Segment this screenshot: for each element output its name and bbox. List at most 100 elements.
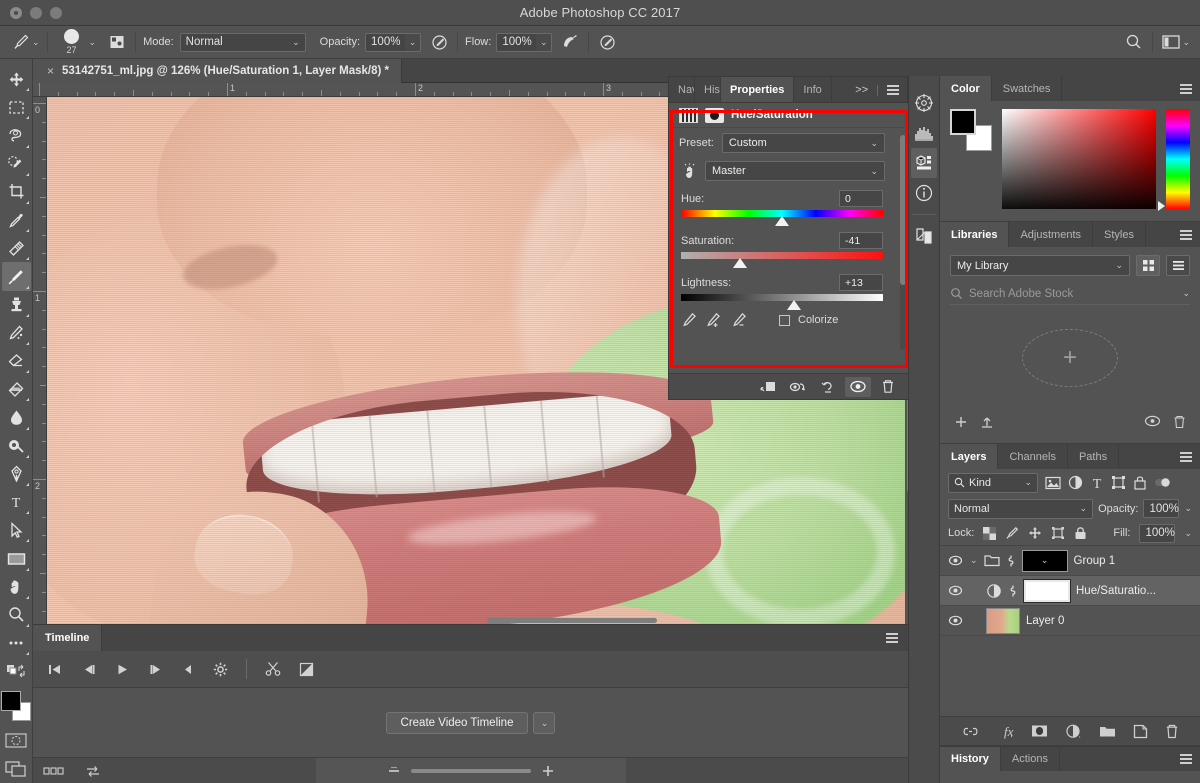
lightness-value-input[interactable]: +13 [839, 274, 883, 291]
flow-input[interactable]: 100% [496, 33, 536, 52]
brush-icon[interactable] [10, 31, 32, 53]
upload-icon[interactable] [980, 415, 994, 429]
document-tab[interactable]: × 53142751_ml.jpg @ 126% (Hue/Saturation… [33, 59, 402, 83]
library-select[interactable]: My Library ⌄ [950, 255, 1130, 276]
tab-channels[interactable]: Channels [998, 444, 1067, 469]
info-dock-icon[interactable] [911, 178, 937, 208]
blend-mode-select[interactable]: Normal ⌄ [180, 33, 306, 52]
tool-path-selection[interactable] [2, 516, 31, 544]
eyedropper-subtract-icon[interactable] [731, 312, 749, 328]
layer-visibility-icon[interactable] [946, 585, 964, 596]
eyedropper-icon[interactable] [681, 312, 697, 328]
layer-mask-thumbnail[interactable] [1024, 580, 1070, 602]
edit-toolbar-button[interactable] [2, 629, 31, 657]
tool-quick-selection[interactable] [2, 150, 31, 178]
opacity-input[interactable]: 100% [365, 33, 405, 52]
layer-mask-icon[interactable] [705, 108, 724, 123]
vertical-ruler[interactable]: 012 [33, 97, 47, 624]
quick-mask-icon[interactable] [2, 727, 31, 755]
close-icon[interactable]: × [47, 64, 54, 78]
chevron-down-icon[interactable]: ⌄ [1182, 38, 1200, 47]
overflow-tabs-button[interactable]: >> [855, 84, 868, 96]
table-row[interactable]: ⌄ ⌄ Group 1 [940, 546, 1200, 576]
create-video-timeline-button[interactable]: Create Video Timeline [386, 712, 529, 734]
fill-input[interactable]: 100% [1139, 524, 1175, 543]
frame-grid-icon[interactable] [33, 766, 75, 776]
tab-navigator[interactable]: Nav [669, 77, 695, 102]
hue-strip[interactable] [1166, 109, 1190, 209]
table-row[interactable]: Hue/Saturatio... [940, 576, 1200, 606]
layer-comps-dock-icon[interactable] [911, 221, 937, 251]
play-button[interactable] [115, 663, 130, 676]
go-to-first-frame-button[interactable] [47, 663, 63, 676]
tool-move[interactable] [2, 65, 31, 93]
saturation-value-input[interactable]: -41 [839, 232, 883, 249]
tool-rectangle[interactable] [2, 544, 31, 572]
panel-menu-icon[interactable] [1180, 230, 1192, 240]
tab-actions[interactable]: Actions [1001, 747, 1060, 771]
chevron-down-icon[interactable]: ⌄ [1182, 289, 1190, 298]
hue-value-input[interactable]: 0 [839, 190, 883, 207]
lightness-slider-thumb[interactable] [787, 300, 801, 310]
hue-slider[interactable] [681, 210, 883, 218]
tab-styles[interactable]: Styles [1093, 222, 1146, 247]
layer-visibility-icon[interactable] [946, 555, 964, 566]
layer-blend-mode-select[interactable]: Normal ⌄ [948, 499, 1093, 519]
tab-properties[interactable]: Properties [721, 77, 794, 102]
filter-shape-icon[interactable] [1111, 475, 1126, 490]
add-content-placeholder[interactable]: + [1022, 329, 1118, 387]
tab-history[interactable]: History [940, 747, 1001, 771]
delete-layer-button[interactable] [1165, 724, 1179, 739]
flow-stepper[interactable]: ⌄ [536, 33, 552, 52]
panel-menu-icon[interactable] [1180, 84, 1192, 94]
tool-eyedropper[interactable] [2, 206, 31, 234]
navigator-dock-icon[interactable] [911, 88, 937, 118]
filter-image-icon[interactable] [1045, 476, 1061, 490]
list-view-icon[interactable] [1166, 255, 1190, 276]
layer-thumbnail[interactable] [986, 608, 1020, 634]
zoom-out-icon[interactable] [387, 764, 401, 778]
link-icon[interactable] [1006, 554, 1016, 568]
tool-hand[interactable] [2, 573, 31, 601]
grid-view-icon[interactable] [1136, 255, 1160, 276]
tab-color[interactable]: Color [940, 76, 992, 101]
tool-type[interactable]: T [2, 488, 31, 516]
lock-transparency-icon[interactable] [983, 527, 996, 540]
tool-gradient[interactable] [2, 375, 31, 403]
audio-button[interactable] [182, 663, 195, 676]
adjustment-layer-thumbnail[interactable] [986, 583, 1002, 599]
preset-select[interactable]: Custom ⌄ [722, 133, 885, 153]
saturation-slider-thumb[interactable] [733, 258, 747, 268]
default-colors-button[interactable] [2, 657, 31, 685]
layer-style-button[interactable]: fx [996, 724, 1014, 739]
trash-icon[interactable] [1173, 415, 1186, 429]
create-timeline-chevron-icon[interactable]: ⌄ [533, 712, 555, 734]
tool-clone-stamp[interactable] [2, 291, 31, 319]
screen-mode-icon[interactable] [2, 755, 31, 783]
toggle-visibility-button[interactable] [845, 377, 871, 397]
foreground-color-swatch[interactable] [1, 691, 21, 711]
view-previous-state-button[interactable] [785, 377, 811, 397]
brush-panel-icon[interactable] [106, 31, 128, 53]
hue-marker[interactable] [1158, 201, 1165, 211]
layer-opacity-input[interactable]: 100% [1143, 499, 1179, 518]
tab-histogram[interactable]: His [695, 77, 721, 102]
foreground-color-swatch[interactable] [950, 109, 976, 135]
tool-brush[interactable] [2, 262, 31, 290]
tab-info[interactable]: Info [794, 77, 831, 102]
airbrush-icon[interactable] [559, 31, 581, 53]
search-adobe-stock-field[interactable]: Search Adobe Stock ⌄ [950, 283, 1190, 305]
tab-timeline[interactable]: Timeline [33, 625, 102, 651]
add-layer-mask-button[interactable] [1031, 724, 1048, 738]
lock-image-icon[interactable] [1005, 526, 1019, 540]
panel-menu-icon[interactable] [1180, 754, 1192, 764]
filter-smart-object-icon[interactable] [1133, 475, 1147, 490]
smoothing-icon[interactable] [596, 31, 618, 53]
color-swatches-mini[interactable] [950, 109, 992, 151]
eyedropper-add-icon[interactable] [705, 312, 723, 328]
color-swatches[interactable] [1, 691, 31, 720]
properties-dock-icon[interactable] [911, 148, 937, 178]
tab-libraries[interactable]: Libraries [940, 222, 1009, 247]
color-field[interactable] [1002, 109, 1156, 209]
previous-frame-button[interactable] [81, 663, 97, 676]
